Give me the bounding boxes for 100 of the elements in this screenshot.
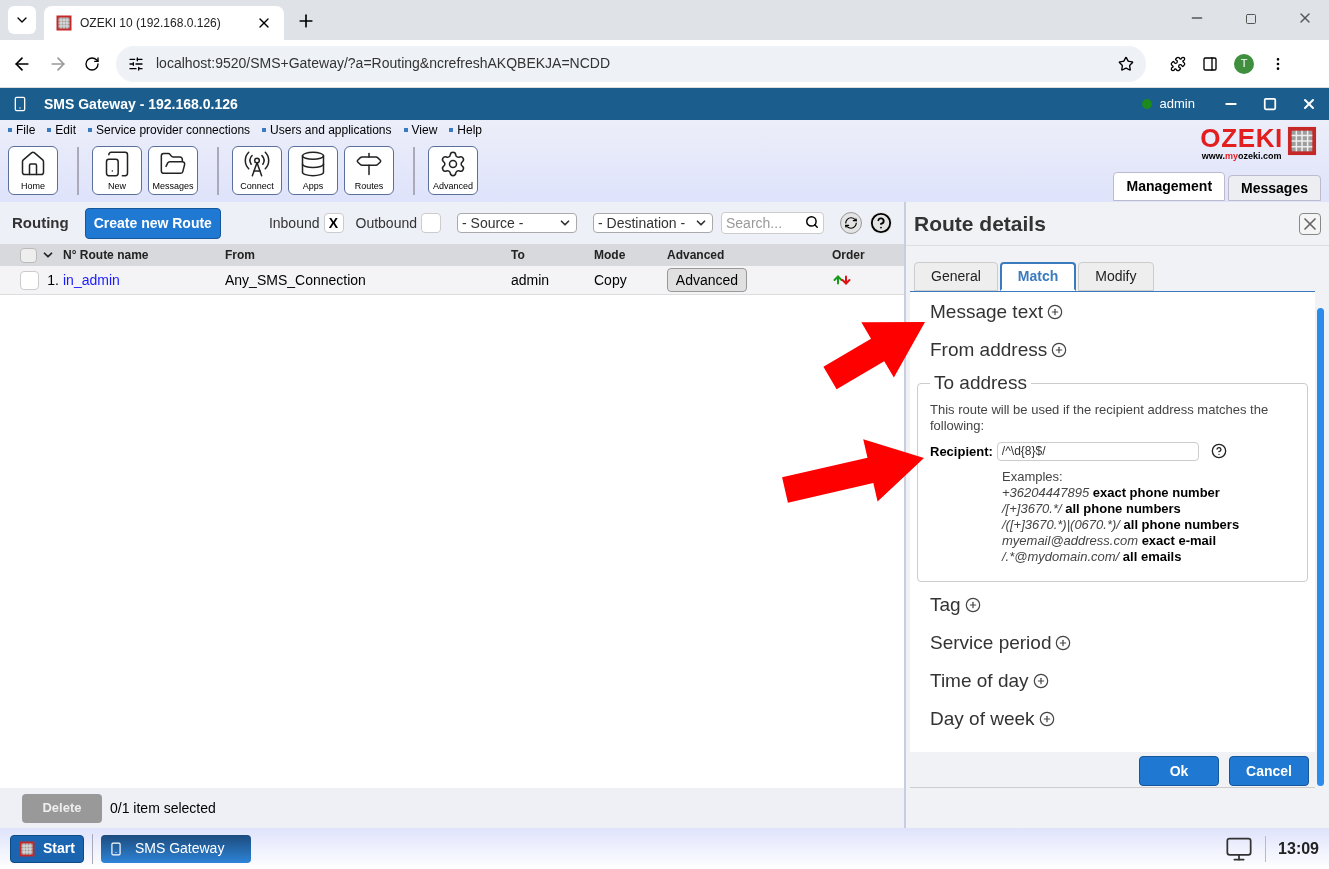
scrollbar[interactable] [1317, 308, 1324, 786]
section-title[interactable]: From address [930, 335, 1048, 365]
row-checkbox[interactable] [20, 270, 40, 290]
keypad-logo-icon [1287, 126, 1317, 156]
phone-icon [12, 94, 28, 114]
column-header[interactable]: N° Route name [63, 246, 225, 264]
move-down-icon[interactable] [840, 274, 852, 286]
database-icon [299, 150, 327, 178]
bookmark-icon[interactable] [1118, 55, 1134, 72]
section-title[interactable]: Time of day [930, 666, 1029, 696]
start-logo-icon [19, 840, 35, 857]
antenna-tower-icon [243, 150, 271, 178]
column-header[interactable]: To [511, 246, 594, 264]
row-number: 1. [47, 270, 59, 290]
example-line: +36204447895 exact phone number [1002, 485, 1221, 501]
app-title-bar: SMS Gateway - 192.168.0.126 admin [0, 88, 1329, 120]
toolbar-button[interactable]: New [92, 146, 142, 195]
detail-tab[interactable]: Match [999, 262, 1077, 291]
move-up-icon[interactable] [832, 274, 844, 286]
section-title[interactable]: Service period [930, 628, 1052, 658]
example-line: myemail@address.com exact e-mail [1002, 533, 1218, 549]
field-label: Recipient: [930, 442, 993, 461]
toolbar-button[interactable]: Advanced [428, 146, 478, 195]
column-header[interactable]: From [225, 246, 511, 264]
expand-icon[interactable] [1051, 342, 1068, 358]
filter-checkbox[interactable] [421, 213, 441, 233]
reload-icon[interactable] [84, 55, 100, 72]
detail-tab[interactable]: Modify [1078, 262, 1154, 291]
site-info-icon[interactable] [128, 55, 144, 72]
detail-tab[interactable]: General [914, 262, 998, 291]
dialog-button[interactable]: Cancel [1229, 756, 1309, 786]
source-select[interactable]: - Source - [457, 213, 577, 233]
settings-icon [439, 150, 467, 178]
section-title[interactable]: Message text [930, 297, 1043, 327]
example-line: /[+]3670.*/ all phone numbers [1002, 501, 1182, 517]
toolbar-button[interactable]: Connect [232, 146, 282, 195]
close-icon[interactable] [1301, 96, 1317, 112]
favicon-icon [56, 15, 72, 31]
phone-icon [103, 150, 131, 178]
search-field[interactable]: Search... [721, 212, 824, 234]
maximize-icon[interactable] [1245, 13, 1257, 25]
toolbar-button[interactable]: Home [8, 146, 58, 195]
logo-text: OZEKI [1200, 126, 1283, 150]
route-name-link[interactable]: in_admin [63, 269, 225, 291]
menu-item[interactable]: Help [449, 121, 482, 139]
browser-tab[interactable]: OZEKI 10 (192.168.0.126) [44, 6, 284, 40]
table-row[interactable]: 1. in_admin Any_SMS_Connection admin Copy Advanced [0, 266, 904, 295]
profile-avatar[interactable]: T [1234, 53, 1254, 74]
address-bar[interactable]: localhost:9520/SMS+Gateway/?a=Routing&ncrefreshAKQBEKJA=NCDD [116, 45, 1146, 82]
create-route-button[interactable]: Create new Route [84, 207, 221, 239]
table-cell-text: Any_SMS_Connection [225, 270, 367, 290]
column-header[interactable]: Mode [594, 246, 667, 264]
filter-checkbox[interactable]: X [323, 213, 344, 233]
section-title[interactable]: Tag [930, 590, 961, 620]
column-header[interactable]: Order [832, 246, 904, 264]
tab-list-button[interactable] [8, 6, 36, 34]
refresh-icon[interactable] [840, 212, 862, 234]
toolbar-button[interactable]: Messages [148, 146, 198, 195]
toolbar-button[interactable]: Apps [288, 146, 338, 195]
advanced-button[interactable]: Advanced [667, 268, 747, 292]
expand-icon[interactable] [1047, 304, 1063, 320]
recipient-field[interactable]: /^\d{8}$/ [996, 441, 1199, 461]
home-icon [19, 150, 47, 178]
section-description: This route will be used if the recipient address matches the following: [930, 401, 1270, 434]
menu-item[interactable]: Edit [47, 121, 77, 139]
taskbar-app[interactable]: SMS Gateway [100, 834, 251, 863]
search-icon [805, 215, 819, 229]
section-title[interactable]: Day of week [930, 704, 1035, 734]
logo-url: www.myozeki.com [1201, 150, 1282, 162]
column-header[interactable]: Advanced [667, 246, 832, 264]
help-icon[interactable] [1210, 443, 1227, 460]
destination-select[interactable]: - Destination - [593, 213, 713, 233]
expand-icon[interactable] [1038, 711, 1055, 727]
table-cell-text: Copy [594, 270, 628, 290]
toolbar-button[interactable]: Routes [344, 146, 394, 195]
expand-icon[interactable] [964, 597, 981, 613]
phone-icon [108, 840, 123, 857]
menu-item[interactable]: Users and applications [262, 121, 392, 139]
clock: 13:09 [1278, 838, 1319, 859]
expand-icon[interactable] [1055, 635, 1072, 651]
panel-title: Route details [914, 210, 1046, 237]
view-tab[interactable]: Messages [1228, 175, 1321, 201]
panel-title: Routing [12, 212, 69, 233]
expand-icon[interactable] [1032, 673, 1049, 689]
menu-item[interactable]: File [8, 121, 36, 139]
signpost-icon [355, 150, 383, 178]
extensions-icon[interactable] [1170, 55, 1186, 72]
menu-item[interactable]: View [403, 121, 438, 139]
dialog-button[interactable]: Ok [1139, 756, 1219, 786]
start-button[interactable]: Start [10, 834, 84, 863]
section-title[interactable]: To address [930, 369, 1031, 398]
examples-title: Examples: [1002, 469, 1064, 485]
example-line: /([+]3670.*)|(0670.*)/ all phone numbers [1002, 517, 1241, 533]
view-tab[interactable]: Management [1113, 172, 1226, 201]
select-all-checkbox[interactable] [20, 247, 37, 263]
filter-label: Outbound [355, 213, 417, 233]
filter-label: Inbound [268, 213, 320, 233]
side-panel-icon[interactable] [1202, 55, 1218, 72]
help-icon[interactable] [870, 212, 892, 234]
menu-item[interactable]: Service provider connections [88, 121, 251, 139]
